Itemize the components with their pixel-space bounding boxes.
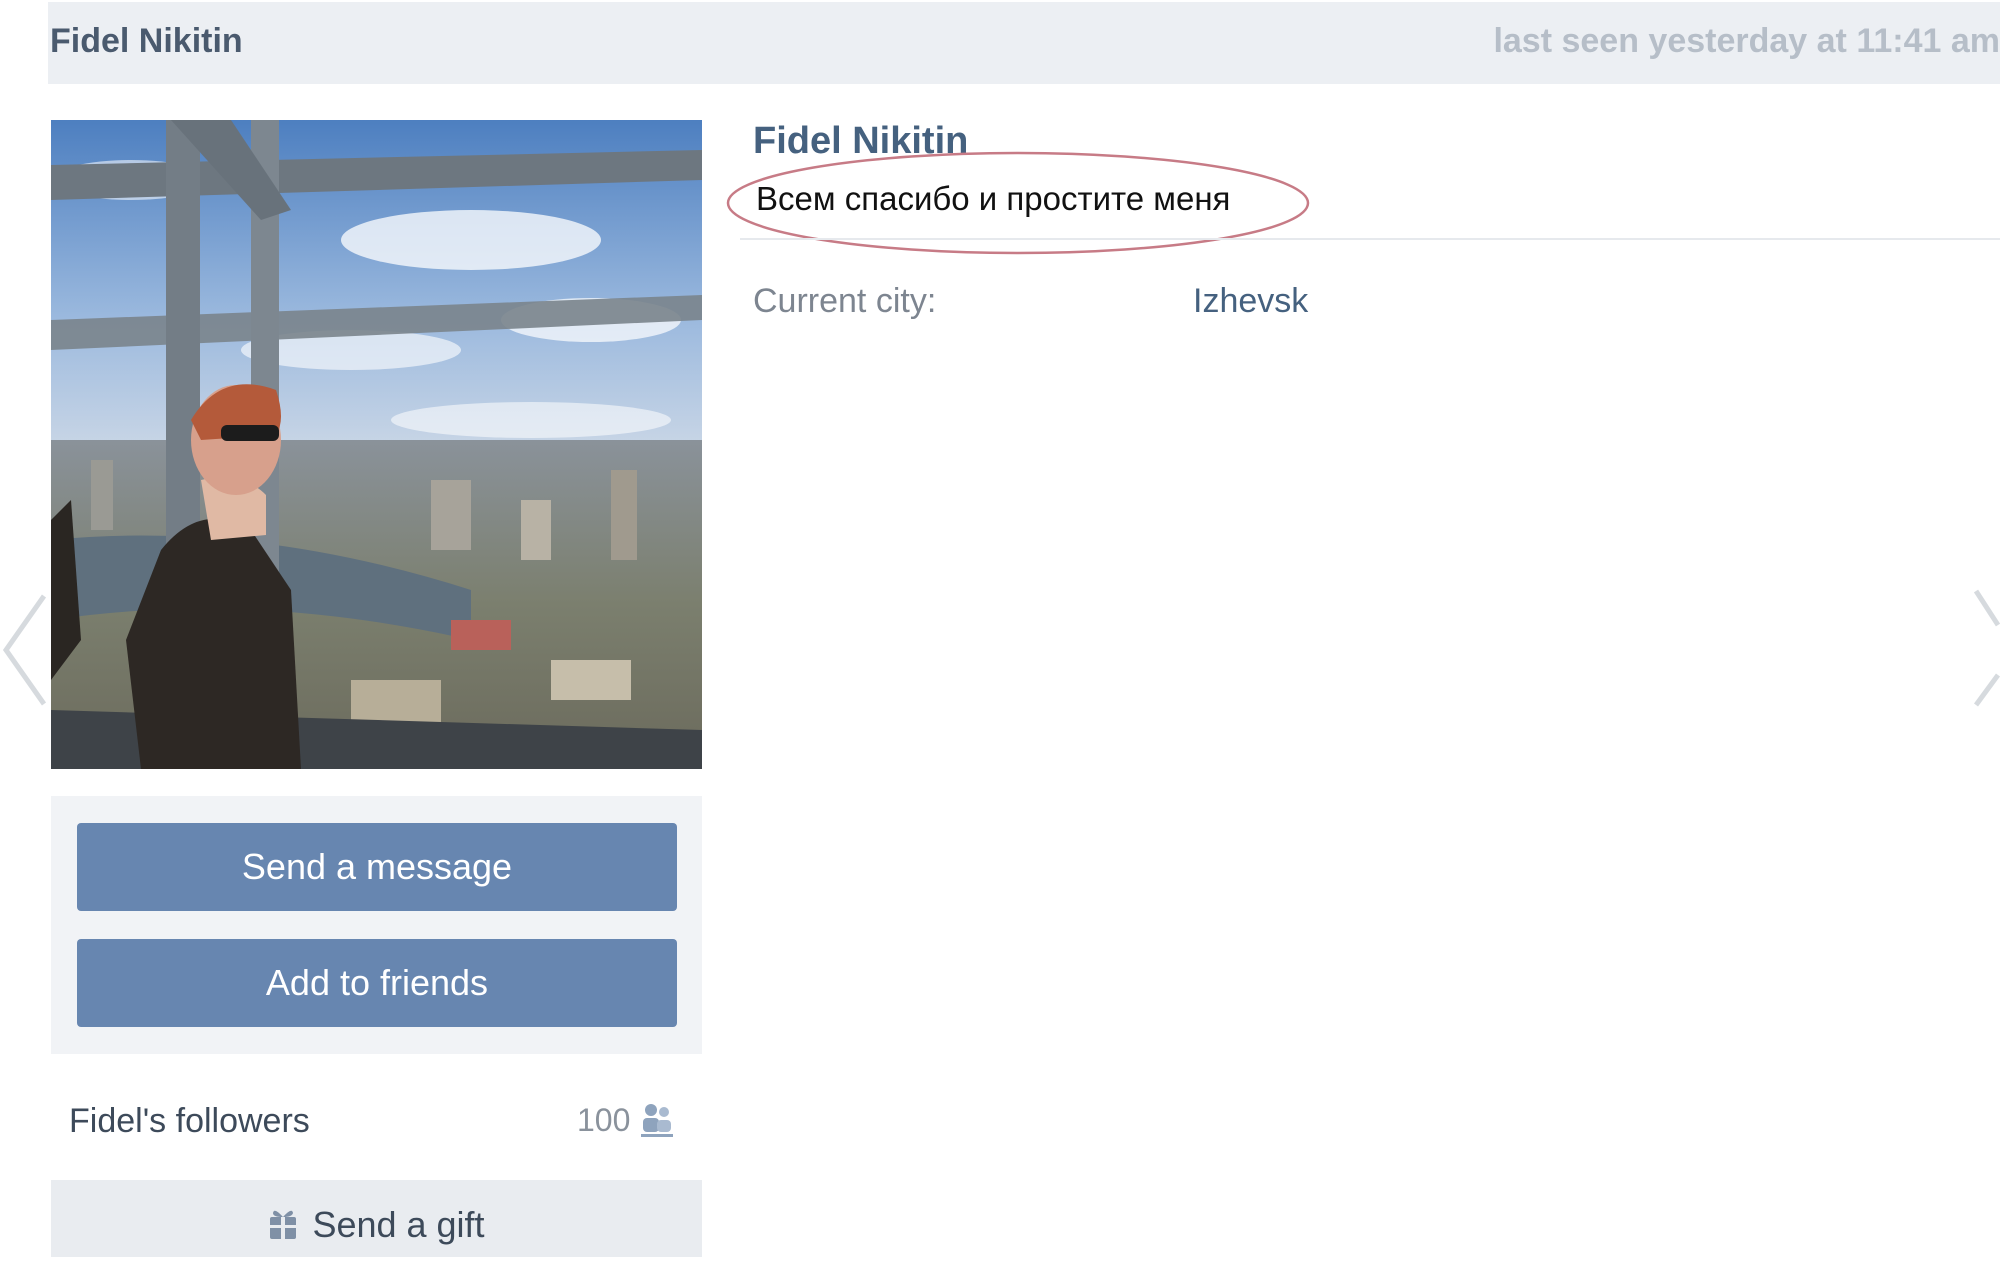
followers-icon [639, 1100, 675, 1140]
profile-status[interactable]: Всем спасибо и простите меня [756, 180, 1230, 218]
followers-row[interactable]: Fidel's followers 100 [51, 1080, 702, 1160]
gift-label: Send a gift [312, 1204, 485, 1245]
send-gift-button[interactable]: Send a gift [51, 1180, 702, 1257]
profile-actions-panel: Send a message Add to friends [51, 796, 702, 1054]
profile-photo[interactable] [51, 120, 702, 769]
last-seen-text: last seen yesterday at 11:41 am [1493, 22, 2000, 60]
followers-count: 100 [577, 1102, 631, 1138]
gift-icon [268, 1184, 298, 1239]
current-city-link[interactable]: Izhevsk [1193, 282, 1308, 321]
topbar-name[interactable]: Fidel Nikitin [50, 22, 243, 61]
current-city-label: Current city: [753, 282, 937, 320]
chevron-left-icon[interactable] [0, 590, 50, 710]
followers-label[interactable]: Fidel's followers [69, 1102, 310, 1141]
send-message-button[interactable]: Send a message [77, 823, 677, 911]
chevron-right-icon[interactable] [1970, 585, 2000, 710]
profile-topbar: Fidel Nikitin last seen yesterday at 11:… [48, 2, 2000, 84]
divider [740, 238, 2000, 240]
add-to-friends-button[interactable]: Add to friends [77, 939, 677, 1027]
